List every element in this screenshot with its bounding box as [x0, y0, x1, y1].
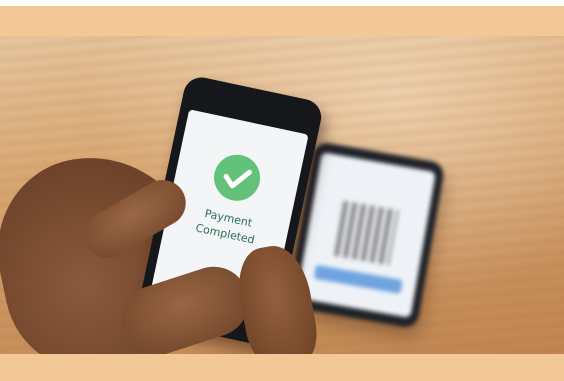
- qr-pay-button: [313, 264, 403, 294]
- payment-photo: Payment Completed: [0, 36, 564, 354]
- image-frame: Payment Completed: [0, 0, 564, 381]
- bottom-banner: [0, 354, 564, 381]
- top-banner: [0, 6, 564, 36]
- background-phone-screen: [296, 152, 436, 318]
- qr-code-icon: [333, 200, 399, 266]
- checkmark-icon: [209, 150, 265, 206]
